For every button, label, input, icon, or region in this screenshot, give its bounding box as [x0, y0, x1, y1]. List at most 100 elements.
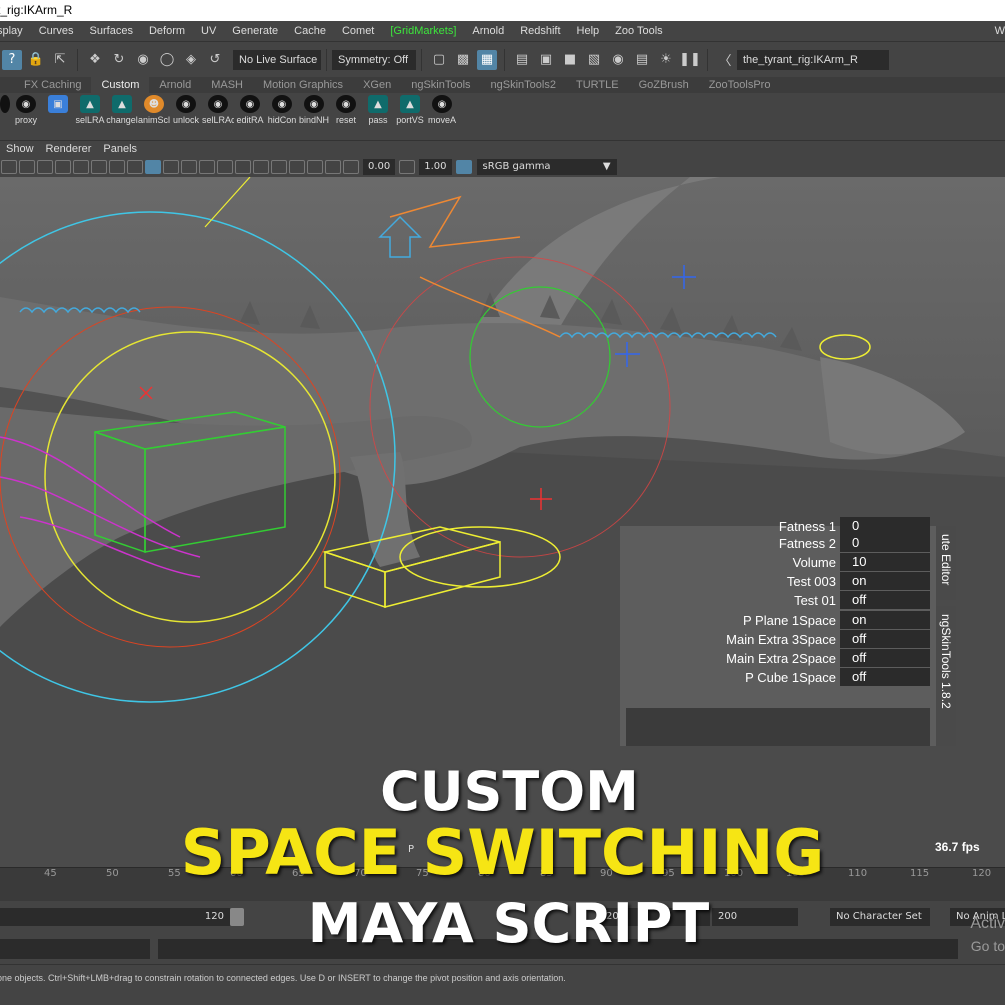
- panel-menu-show[interactable]: Show: [0, 143, 40, 155]
- shelf-button-reset[interactable]: ◉ reset: [330, 93, 362, 127]
- safe-action-icon[interactable]: [91, 160, 107, 174]
- gamma-field[interactable]: 1.00: [419, 159, 452, 175]
- history-icon[interactable]: ▢: [429, 50, 449, 70]
- tab-ngskintools[interactable]: ngSkinTools: [401, 77, 480, 93]
- object-name-field[interactable]: the_tyrant_rig:IKArm_R: [737, 49, 889, 70]
- camera-attr-icon[interactable]: [19, 160, 35, 174]
- smooth-shade-icon[interactable]: [145, 160, 161, 174]
- shelf-button-portvs[interactable]: ▲ portVS: [394, 93, 426, 127]
- isolate-select-icon[interactable]: [289, 160, 305, 174]
- lightbulb-icon[interactable]: ☀: [656, 50, 676, 70]
- menu-comet[interactable]: Comet: [334, 25, 382, 37]
- shelf-button-cube[interactable]: ▣: [42, 93, 74, 127]
- select-tool-icon[interactable]: ⇱: [50, 50, 70, 70]
- menu-help[interactable]: Help: [569, 25, 608, 37]
- exposure-icon[interactable]: [343, 160, 359, 174]
- attr-value-field[interactable]: off: [840, 668, 930, 686]
- attr-row-test-003[interactable]: Test 003 on: [620, 572, 936, 591]
- shelf-button-editra[interactable]: ◉ editRA: [234, 93, 266, 127]
- render-view-icon[interactable]: ▤: [512, 50, 532, 70]
- shelf-button-animscl[interactable]: ☻ animScl: [138, 93, 170, 127]
- shelf-button-unlock[interactable]: ◉ unlock: [170, 93, 202, 127]
- xray-joints-icon[interactable]: [325, 160, 341, 174]
- menu-curves[interactable]: Curves: [31, 25, 82, 37]
- tab-mash[interactable]: MASH: [201, 77, 253, 93]
- construction-icon[interactable]: ▩: [453, 50, 473, 70]
- shelf-button-bindnh[interactable]: ◉ bindNH: [298, 93, 330, 127]
- text-field-toggle-icon[interactable]: 〈: [715, 50, 735, 70]
- snap-live-icon[interactable]: ↺: [205, 50, 225, 70]
- hypershade-icon[interactable]: ◉: [608, 50, 628, 70]
- ambient-occlusion-icon[interactable]: [235, 160, 251, 174]
- attr-row-fatness-2[interactable]: Fatness 2 0: [620, 534, 936, 553]
- attr-value-field[interactable]: 0: [840, 517, 930, 535]
- snap-curve-icon[interactable]: ↻: [109, 50, 129, 70]
- field-chart-icon[interactable]: [73, 160, 89, 174]
- lights-icon[interactable]: [199, 160, 215, 174]
- render-frame-icon[interactable]: ▣: [536, 50, 556, 70]
- attr-value-field[interactable]: off: [840, 591, 930, 609]
- menu-redshift[interactable]: Redshift: [512, 25, 568, 37]
- attr-row-p-cube-1space[interactable]: P Cube 1Space off: [620, 668, 936, 687]
- shelf-button-pass[interactable]: ▲ pass: [362, 93, 394, 127]
- wireframe-icon[interactable]: [127, 160, 143, 174]
- menu-gridmarkets[interactable]: [GridMarkets]: [382, 25, 464, 37]
- shelf-button-sellrac[interactable]: ◉ selLRAc: [202, 93, 234, 127]
- snap-view-icon[interactable]: ◯: [157, 50, 177, 70]
- render-settings-icon[interactable]: ▦: [477, 49, 497, 70]
- antialias-icon[interactable]: [271, 160, 287, 174]
- gamma-icon[interactable]: [399, 160, 416, 174]
- motion-blur-icon[interactable]: [253, 160, 269, 174]
- menu-uv[interactable]: UV: [193, 25, 224, 37]
- snap-grid-icon[interactable]: ❖: [85, 50, 105, 70]
- tab-attribute-editor[interactable]: ute Editor: [936, 526, 956, 600]
- ipr-render-icon[interactable]: ■: [560, 50, 580, 70]
- attr-row-test-01[interactable]: Test 01 off: [620, 591, 936, 610]
- menu-generate[interactable]: Generate: [224, 25, 286, 37]
- tab-custom[interactable]: Custom: [91, 77, 150, 93]
- panel-menu-panels[interactable]: Panels: [97, 143, 143, 155]
- help-icon[interactable]: ?: [2, 49, 22, 70]
- snap-point-icon[interactable]: ◉: [133, 50, 153, 70]
- tab-xgen[interactable]: XGen: [353, 77, 401, 93]
- tab-gozbrush[interactable]: GoZBrush: [629, 77, 699, 93]
- menu-workspace-fragment[interactable]: W: [995, 25, 1005, 37]
- render-setup-icon[interactable]: ▤: [632, 50, 652, 70]
- menu-arnold[interactable]: Arnold: [464, 25, 512, 37]
- textured-icon[interactable]: [181, 160, 197, 174]
- safe-title-icon[interactable]: [109, 160, 125, 174]
- attr-value-field[interactable]: off: [840, 630, 930, 648]
- attr-value-field[interactable]: on: [840, 611, 930, 629]
- attr-value-field[interactable]: off: [840, 649, 930, 667]
- attr-row-volume[interactable]: Volume 10: [620, 553, 936, 572]
- attr-value-field[interactable]: on: [840, 572, 930, 590]
- snap-surface-icon[interactable]: ◈: [181, 50, 201, 70]
- panel-menu-renderer[interactable]: Renderer: [40, 143, 98, 155]
- menu-zoo-tools[interactable]: Zoo Tools: [607, 25, 671, 37]
- attr-row-main-extra-3space[interactable]: Main Extra 3Space off: [620, 630, 936, 649]
- lock-icon[interactable]: 🔒: [26, 50, 46, 70]
- resolution-gate-icon[interactable]: [55, 160, 71, 174]
- tab-turtle[interactable]: TURTLE: [566, 77, 629, 93]
- attr-row-main-extra-2space[interactable]: Main Extra 2Space off: [620, 649, 936, 668]
- menu-deform[interactable]: Deform: [141, 25, 193, 37]
- shelf-button-movea[interactable]: ◉ moveA: [426, 93, 458, 127]
- color-management-icon[interactable]: [455, 160, 472, 174]
- attr-row-p-plane-1space[interactable]: P Plane 1Space on: [620, 611, 936, 630]
- shadows-icon[interactable]: [217, 160, 233, 174]
- tab-zootoolspro[interactable]: ZooToolsPro: [699, 77, 781, 93]
- tab-motion-graphics[interactable]: Motion Graphics: [253, 77, 353, 93]
- shelf-button-changel[interactable]: ▲ changel: [106, 93, 138, 127]
- attr-value-field[interactable]: 10: [840, 553, 930, 571]
- menu-cache[interactable]: Cache: [286, 25, 334, 37]
- tab-ngskintools[interactable]: ngSkinTools 1.8.2: [936, 606, 956, 746]
- wireframe-on-shaded-icon[interactable]: [163, 160, 179, 174]
- attr-value-field[interactable]: 0: [840, 534, 930, 552]
- grid-toggle-icon[interactable]: [1, 160, 17, 174]
- symmetry-field[interactable]: Symmetry: Off: [332, 49, 416, 70]
- tab-ngskintools2[interactable]: ngSkinTools2: [481, 77, 566, 93]
- tab-fx-caching[interactable]: FX Caching: [0, 77, 91, 93]
- tab-arnold[interactable]: Arnold: [149, 77, 201, 93]
- color-space-dropdown[interactable]: sRGB gamma ▼: [476, 159, 617, 175]
- menu-display[interactable]: splay: [0, 25, 31, 37]
